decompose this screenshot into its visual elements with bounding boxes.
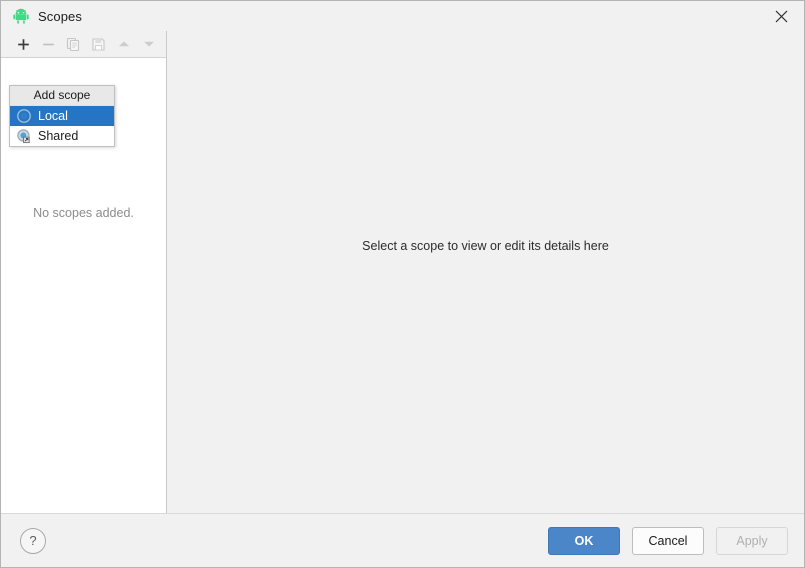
ok-button[interactable]: OK — [548, 526, 620, 555]
remove-scope-button — [36, 32, 61, 56]
shared-scope-icon — [16, 128, 32, 144]
popup-item-shared-label: Shared — [38, 129, 79, 143]
duplicate-scope-button — [61, 32, 86, 56]
add-scope-popup-header: Add scope — [10, 86, 114, 106]
dialog-body: No scopes added. Select a scope to view … — [1, 31, 804, 513]
close-icon[interactable] — [758, 1, 804, 31]
popup-item-shared[interactable]: Shared — [10, 126, 114, 146]
add-scope-popup: Add scope Local Shared — [9, 85, 115, 147]
scope-details-hint: Select a scope to view or edit its detai… — [362, 239, 609, 253]
save-scope-button — [86, 32, 111, 56]
android-robot-icon — [13, 8, 29, 24]
popup-item-local-label: Local — [38, 109, 68, 123]
apply-button: Apply — [716, 526, 788, 555]
local-scope-icon — [16, 108, 32, 124]
title-bar: Scopes — [1, 1, 804, 31]
scope-details-pane: Select a scope to view or edit its detai… — [167, 31, 804, 513]
window-title: Scopes — [38, 8, 82, 24]
help-button[interactable]: ? — [20, 527, 46, 554]
move-up-button — [111, 32, 136, 56]
move-down-button — [136, 32, 161, 56]
add-scope-button[interactable] — [11, 32, 36, 56]
scopes-toolbar — [1, 31, 166, 58]
dialog-footer: ? OK Cancel Apply — [1, 513, 804, 567]
scopes-dialog: Scopes No scopes added. Select a scope t… — [0, 0, 805, 568]
empty-scopes-message: No scopes added. — [33, 206, 134, 220]
popup-item-local[interactable]: Local — [10, 106, 114, 126]
cancel-button[interactable]: Cancel — [632, 526, 704, 555]
